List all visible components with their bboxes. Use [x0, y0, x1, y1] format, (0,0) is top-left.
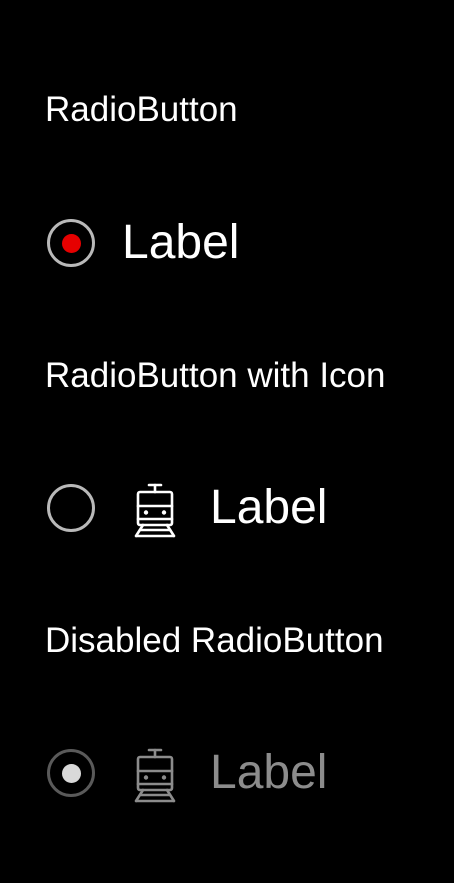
section-title-radiobutton: RadioButton [45, 90, 238, 129]
radio-circle-checked[interactable] [47, 219, 95, 267]
radio-label: Label [210, 481, 328, 534]
section-title-disabled-radiobutton: Disabled RadioButton [45, 621, 384, 660]
radio-selected-dot [61, 233, 81, 253]
radio-circle-unchecked[interactable] [47, 484, 95, 532]
section-title-radiobutton-with-icon: RadioButton with Icon [45, 356, 386, 395]
radiobutton-disabled: Label [0, 743, 454, 803]
radiobutton-basic[interactable]: Label [0, 213, 454, 273]
radio-label-disabled: Label [210, 746, 328, 799]
train-icon [134, 748, 176, 803]
radio-selected-dot [61, 763, 81, 783]
radio-label: Label [122, 216, 240, 269]
train-icon [134, 483, 176, 538]
radiobutton-with-icon[interactable]: Label [0, 478, 454, 538]
radio-circle-disabled-checked [47, 749, 95, 797]
